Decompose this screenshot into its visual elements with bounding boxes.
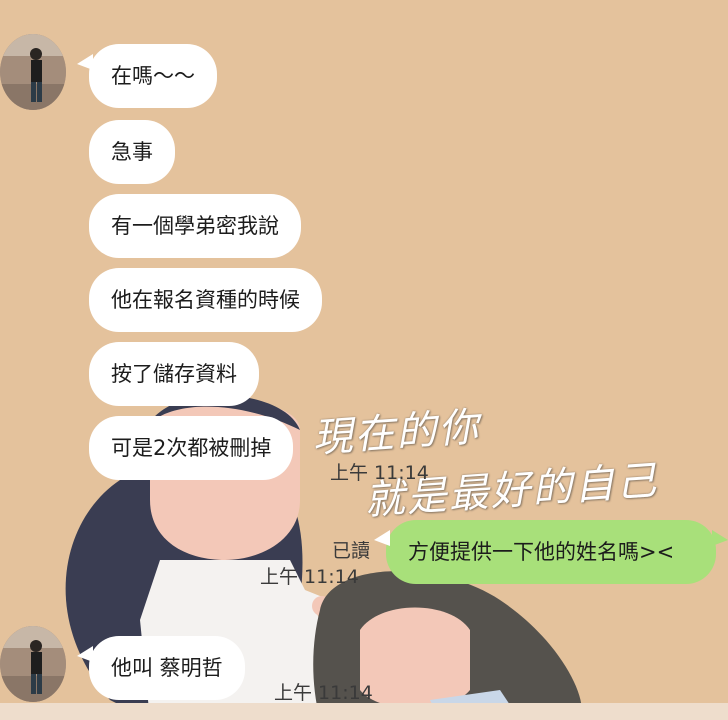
message-timestamp: 上午 11:14 — [274, 682, 373, 704]
message-timestamp: 上午 11:14 — [260, 566, 359, 588]
message-bubble-incoming[interactable]: 他在報名資種的時候 — [89, 268, 322, 332]
message-bubble-incoming[interactable]: 在嗎〜〜 — [77, 44, 217, 108]
message-bubble-incoming[interactable]: 他叫 蔡明哲 — [77, 636, 245, 700]
message-bubble-incoming[interactable]: 急事 — [89, 120, 175, 184]
message-bubble-incoming[interactable]: 按了儲存資料 — [89, 342, 259, 406]
contact-avatar[interactable] — [0, 34, 66, 110]
read-receipt: 已讀 — [332, 540, 371, 562]
message-bubble-outgoing[interactable]: 方便提供一下他的姓名嗎>< — [374, 520, 728, 584]
avatar-photo-icon — [0, 626, 66, 702]
avatar-photo-icon — [0, 34, 66, 110]
message-bubble-incoming[interactable]: 可是2次都被刪掉 — [89, 416, 294, 480]
message-bubble-incoming[interactable]: 有一個學弟密我說 — [89, 194, 301, 258]
wallpaper-quote-line1: 現在的你 — [310, 404, 482, 462]
message-timestamp: 上午 11:14 — [330, 462, 429, 484]
contact-avatar[interactable] — [0, 626, 66, 702]
